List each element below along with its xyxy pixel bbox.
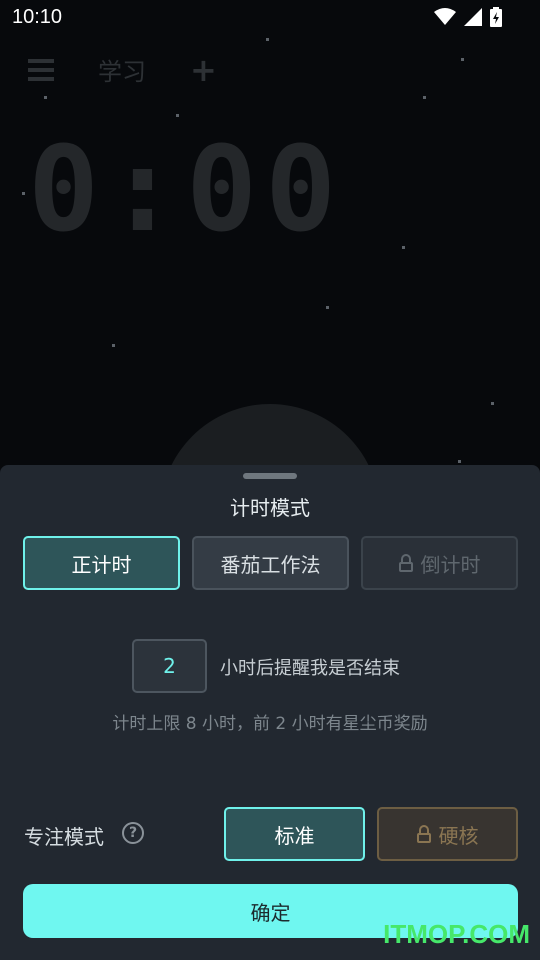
- reminder-suffix: 小时后提醒我是否结束: [220, 658, 400, 679]
- confirm-label: 确定: [250, 900, 291, 925]
- focus-hardcore-label: 硬核: [438, 823, 479, 848]
- signal-icon: [464, 8, 482, 26]
- battery-icon: [490, 7, 502, 27]
- mode-pomodoro-button[interactable]: 番茄工作法: [192, 536, 349, 590]
- focus-mode-label: 专注模式: [24, 825, 104, 849]
- star: [458, 460, 461, 463]
- watermark: ITMOP.COM: [383, 919, 530, 949]
- star: [22, 192, 25, 195]
- limit-note: 计时上限 8 小时，前 2 小时有星尘币奖励: [112, 714, 428, 734]
- lock-icon: [398, 554, 413, 572]
- wifi-icon: [434, 8, 456, 25]
- focus-hardcore-button[interactable]: 硬核: [377, 807, 518, 861]
- drag-handle[interactable]: [243, 473, 297, 479]
- star: [266, 38, 269, 41]
- star: [112, 344, 115, 347]
- mode-label: 倒计时: [420, 552, 481, 577]
- status-icons: [434, 7, 502, 27]
- mode-label: 番茄工作法: [220, 552, 321, 577]
- reminder-hours-input[interactable]: 2: [132, 639, 207, 693]
- mode-count-up-button[interactable]: 正计时: [23, 536, 180, 590]
- star: [423, 96, 426, 99]
- status-time: 10:10: [12, 6, 63, 28]
- task-label[interactable]: 学习: [98, 52, 146, 87]
- focus-standard-button[interactable]: 标准: [224, 807, 365, 861]
- lock-icon: [416, 825, 431, 843]
- star: [176, 114, 179, 117]
- help-icon[interactable]: ?: [122, 822, 144, 844]
- timer-display: 0:00: [28, 120, 345, 258]
- status-bar: 10:10: [0, 0, 540, 36]
- star: [461, 58, 464, 61]
- timer-mode-sheet: 计时模式 正计时 番茄工作法 倒计时 2 小时后提醒我是否结束 计时上限 8 小…: [0, 465, 540, 960]
- mode-label: 正计时: [71, 552, 132, 577]
- add-icon[interactable]: +: [190, 54, 217, 86]
- star: [402, 246, 405, 249]
- focus-standard-label: 标准: [274, 823, 315, 848]
- menu-icon[interactable]: [28, 58, 54, 81]
- star: [44, 96, 47, 99]
- mode-countdown-button[interactable]: 倒计时: [361, 536, 518, 590]
- top-toolbar: 学习 +: [28, 52, 217, 87]
- star: [491, 402, 494, 405]
- sheet-title: 计时模式: [230, 496, 310, 520]
- star: [326, 306, 329, 309]
